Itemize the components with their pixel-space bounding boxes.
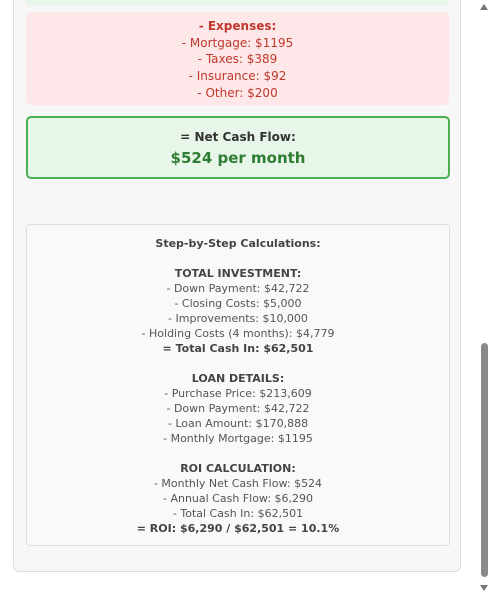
expense-item-taxes: - Taxes: $389	[197, 52, 278, 67]
investment-line: - Improvements: $10,000	[168, 312, 308, 325]
expense-item-mortgage: - Mortgage: $1195	[181, 35, 294, 50]
calculations-box: Step-by-Step Calculations: TOTAL INVESTM…	[26, 224, 450, 546]
net-cash-flow-value: $524 per month	[170, 149, 306, 167]
loan-line: - Monthly Mortgage: $1195	[163, 432, 313, 445]
net-cash-flow-label: = Net Cash Flow:	[180, 130, 296, 144]
results-page: - Expenses: - Mortgage: $1195 - Taxes: $…	[0, 0, 489, 595]
expense-item-other: - Other: $200	[197, 85, 278, 100]
loan-line: - Purchase Price: $213,609	[164, 387, 312, 400]
calculations-title: Step-by-Step Calculations:	[155, 237, 321, 250]
scrollbar-thumb[interactable]	[481, 343, 488, 577]
loan-heading: LOAN DETAILS:	[191, 372, 285, 385]
scroll-up-arrow-icon[interactable]	[480, 4, 488, 10]
investment-total: = Total Cash In: $62,501	[162, 342, 314, 355]
roi-result: = ROI: $6,290 / $62,501 = 10.1%	[136, 522, 340, 535]
investment-line: - Holding Costs (4 months): $4,779	[141, 327, 335, 340]
roi-line: - Annual Cash Flow: $6,290	[162, 492, 314, 505]
investment-line: - Closing Costs: $5,000	[174, 297, 302, 310]
investment-heading: TOTAL INVESTMENT:	[174, 267, 302, 280]
net-cash-flow-box: = Net Cash Flow: $524 per month	[26, 116, 450, 179]
income-section	[26, 0, 449, 6]
roi-line: - Monthly Net Cash Flow: $524	[153, 477, 323, 490]
expense-item-insurance: - Insurance: $92	[188, 69, 287, 84]
roi-line: - Total Cash In: $62,501	[172, 507, 304, 520]
loan-line: - Loan Amount: $170,888	[167, 417, 309, 430]
expenses-title: - Expenses:	[198, 19, 277, 33]
vertical-scrollbar[interactable]	[479, 0, 489, 595]
investment-line: - Down Payment: $42,722	[166, 282, 310, 295]
expenses-section: - Expenses: - Mortgage: $1195 - Taxes: $…	[26, 12, 449, 105]
scroll-down-arrow-icon[interactable]	[480, 585, 488, 591]
roi-heading: ROI CALCULATION:	[180, 462, 296, 475]
loan-line: - Down Payment: $42,722	[166, 402, 310, 415]
